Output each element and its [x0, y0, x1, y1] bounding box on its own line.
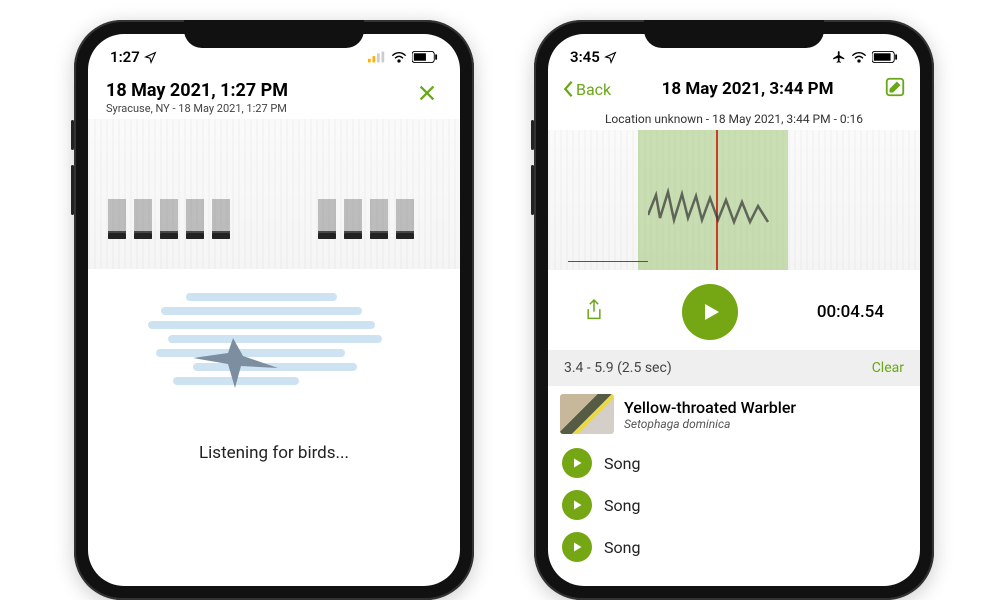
play-button[interactable]	[682, 284, 738, 340]
recording-header: 18 May 2021, 1:27 PM Syracuse, NY - 18 M…	[88, 72, 460, 119]
location-arrow-icon	[604, 51, 617, 64]
airplane-mode-icon	[832, 50, 846, 64]
recording-subtitle: Syracuse, NY - 18 May 2021, 1:27 PM	[106, 102, 412, 115]
song-item[interactable]: Song	[548, 442, 920, 484]
timecode: 00:04.54	[817, 302, 884, 322]
waveform-trace	[648, 180, 798, 230]
edit-button[interactable]	[884, 76, 906, 102]
playback-controls: 00:04.54	[548, 270, 920, 350]
back-button[interactable]: Back	[562, 80, 611, 99]
clear-selection-button[interactable]: Clear	[872, 360, 904, 376]
song-play-button[interactable]	[562, 490, 592, 520]
species-thumbnail	[560, 394, 614, 434]
back-label: Back	[576, 80, 611, 99]
species-scientific-name: Setophaga dominica	[624, 417, 796, 431]
song-play-button[interactable]	[562, 532, 592, 562]
wifi-icon	[851, 51, 867, 63]
battery-icon	[412, 51, 438, 63]
recording-title: 18 May 2021, 1:27 PM	[106, 80, 412, 101]
battery-icon	[872, 51, 898, 63]
timeline-tick	[568, 261, 648, 262]
status-time: 1:27	[110, 48, 140, 66]
edit-icon	[884, 76, 906, 98]
play-icon	[571, 499, 583, 511]
play-icon	[571, 457, 583, 469]
spectrogram-playback[interactable]	[548, 130, 920, 270]
phone-right: 3:45 Back 18 May 2021, 3:44 PM Location …	[534, 20, 934, 600]
share-icon	[584, 298, 604, 322]
song-label: Song	[604, 496, 640, 515]
navigation-bar: Back 18 May 2021, 3:44 PM	[548, 72, 920, 108]
species-common-name: Yellow-throated Warbler	[624, 398, 796, 417]
song-label: Song	[604, 454, 640, 473]
share-button[interactable]	[584, 298, 604, 326]
notch	[644, 20, 824, 48]
selection-bar: 3.4 - 5.9 (2.5 sec) Clear	[548, 350, 920, 386]
selection-info: 3.4 - 5.9 (2.5 sec)	[564, 360, 672, 376]
nav-title: 18 May 2021, 3:44 PM	[662, 79, 834, 99]
bird-illustration	[88, 273, 460, 423]
signal-icon	[368, 51, 386, 63]
screen-right: 3:45 Back 18 May 2021, 3:44 PM Location …	[548, 34, 920, 586]
species-result[interactable]: Yellow-throated Warbler Setophaga domini…	[548, 386, 920, 442]
song-label: Song	[604, 538, 640, 557]
spectrogram-live	[88, 119, 460, 269]
recording-meta: Location unknown - 18 May 2021, 3:44 PM …	[548, 108, 920, 130]
wifi-icon	[391, 51, 407, 63]
notch	[184, 20, 364, 48]
close-icon	[416, 82, 438, 104]
close-button[interactable]	[412, 80, 442, 111]
play-icon	[698, 300, 722, 324]
play-icon	[571, 541, 583, 553]
song-item[interactable]: Song	[548, 526, 920, 568]
song-play-button[interactable]	[562, 448, 592, 478]
song-item[interactable]: Song	[548, 484, 920, 526]
listening-status: Listening for birds...	[88, 443, 460, 463]
status-time: 3:45	[570, 48, 600, 66]
bird-silhouette-icon	[183, 328, 283, 398]
phone-left: 1:27 18 May 2021, 1:27 PM Syracuse, NY -…	[74, 20, 474, 600]
chevron-left-icon	[562, 80, 574, 98]
location-arrow-icon	[144, 51, 157, 64]
screen-left: 1:27 18 May 2021, 1:27 PM Syracuse, NY -…	[88, 34, 460, 586]
